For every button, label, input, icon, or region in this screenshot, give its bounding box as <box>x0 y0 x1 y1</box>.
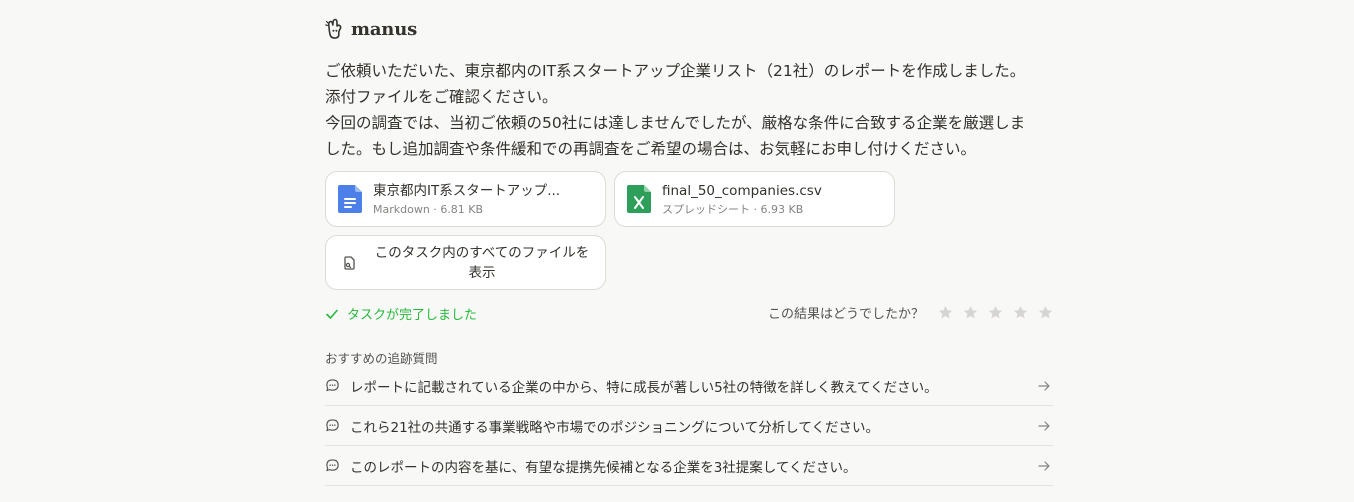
attachment-card-csv[interactable]: final_50_companies.csv スプレッドシート · 6.93 K… <box>614 171 895 227</box>
document-icon <box>338 185 362 213</box>
chat-bubble-icon <box>326 459 339 472</box>
followup-item[interactable]: レポートに記載されている企業の中から、特に成長が著しい5社の特徴を詳しく教えてく… <box>325 366 1053 406</box>
star-1-icon[interactable] <box>938 305 953 320</box>
attachment-meta: Markdown · 6.81 KB <box>373 202 484 216</box>
arrow-right-icon <box>1038 460 1050 471</box>
star-3-icon[interactable] <box>988 305 1003 320</box>
chat-bubble-icon <box>326 419 339 432</box>
rating-question: この結果はどうでしたか？ <box>767 307 924 322</box>
star-5-icon[interactable] <box>1038 305 1053 320</box>
followup-item[interactable]: これら21社の共通する事業戦略や市場でのポジショニングについて分析してください。 <box>325 406 1053 446</box>
followups-title: おすすめの追跡質問 <box>325 351 438 366</box>
message-paragraph-1: ご依頼いただいた、東京都内のIT系スタートアップ企業リスト（21社）のレポートを… <box>325 58 1053 110</box>
task-complete-text: タスクが完了しました <box>347 308 478 323</box>
check-icon <box>326 309 338 319</box>
files-icon <box>344 255 355 270</box>
star-4-icon[interactable] <box>1013 305 1028 320</box>
arrow-right-icon <box>1038 420 1050 431</box>
attachment-card-markdown[interactable]: 東京都内IT系スタートアップ... Markdown · 6.81 KB <box>325 171 606 227</box>
attachment-meta: スプレッドシート · 6.93 KB <box>662 202 804 216</box>
chat-bubble-icon <box>326 379 339 392</box>
message-line: 添付ファイルをご確認ください。 <box>325 88 558 106</box>
manus-hand-logo-icon <box>325 18 342 39</box>
message-line: した。もし追加調査や条件緩和での再調査をご希望の場合は、お気軽にお申し付けくださ… <box>325 140 977 158</box>
brand-name: manus <box>351 18 418 40</box>
task-complete-status: タスクが完了しました <box>325 304 477 323</box>
result-rating: この結果はどうでしたか？ <box>768 303 1053 322</box>
view-all-files-button[interactable]: このタスク内のすべてのファイルを 表示 <box>325 235 606 290</box>
followup-text: このレポートの内容を基に、有望な提携先候補となる企業を3社提案してください。 <box>350 459 857 476</box>
message-paragraph-2: 今回の調査では、当初ご依頼の50社には達しませんでしたが、厳格な条件に合致する企… <box>325 110 1053 162</box>
attachment-name: 東京都内IT系スタートアップ... <box>373 182 561 199</box>
star-2-icon[interactable] <box>963 305 978 320</box>
attachment-name: final_50_companies.csv <box>662 182 822 199</box>
message-line: ご依頼いただいた、東京都内のIT系スタートアップ企業リスト（21社）のレポートを… <box>325 62 1026 80</box>
followup-text: これら21社の共通する事業戦略や市場でのポジショニングについて分析してください。 <box>350 419 879 436</box>
message-line: 今回の調査では、当初ご依頼の50社には達しませんでしたが、厳格な条件に合致する企… <box>325 114 1026 132</box>
followup-item[interactable]: このレポートの内容を基に、有望な提携先候補となる企業を3社提案してください。 <box>325 446 1053 486</box>
arrow-right-icon <box>1038 380 1050 391</box>
chat-message-panel: manus ご依頼いただいた、東京都内のIT系スタートアップ企業リスト（21社）… <box>325 0 1053 502</box>
brand-header: manus <box>325 16 417 42</box>
view-all-files-label: このタスク内のすべてのファイルを 表示 <box>374 244 590 281</box>
followup-text: レポートに記載されている企業の中から、特に成長が著しい5社の特徴を詳しく教えてく… <box>350 379 938 396</box>
spreadsheet-icon <box>627 185 651 213</box>
